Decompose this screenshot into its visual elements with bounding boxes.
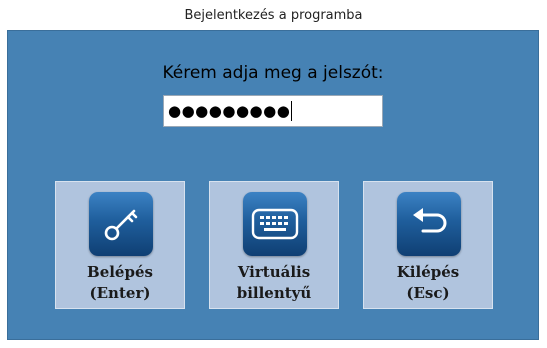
password-prompt: Kérem adja meg a jelszót: (162, 63, 384, 83)
text-caret (291, 101, 293, 121)
exit-button-label: Kilépés (Esc) (396, 263, 460, 302)
return-arrow-icon (397, 192, 461, 256)
window-title: Bejelentkezés a programba (0, 0, 547, 30)
password-mask: ●●●●●●●●● (168, 102, 291, 120)
keyboard-icon (243, 192, 307, 256)
virtual-keyboard-button-label: Virtuális billentyű (236, 263, 312, 302)
exit-button[interactable]: Kilépés (Esc) (363, 181, 493, 309)
password-field[interactable]: ●●●●●●●●● (163, 95, 383, 127)
login-button[interactable]: Belépés (Enter) (55, 181, 185, 309)
login-panel: Kérem adja meg a jelszót: ●●●●●●●●● Belé… (7, 30, 539, 340)
key-icon (89, 192, 153, 256)
virtual-keyboard-button[interactable]: Virtuális billentyű (209, 181, 339, 309)
login-button-label: Belépés (Enter) (87, 263, 153, 302)
